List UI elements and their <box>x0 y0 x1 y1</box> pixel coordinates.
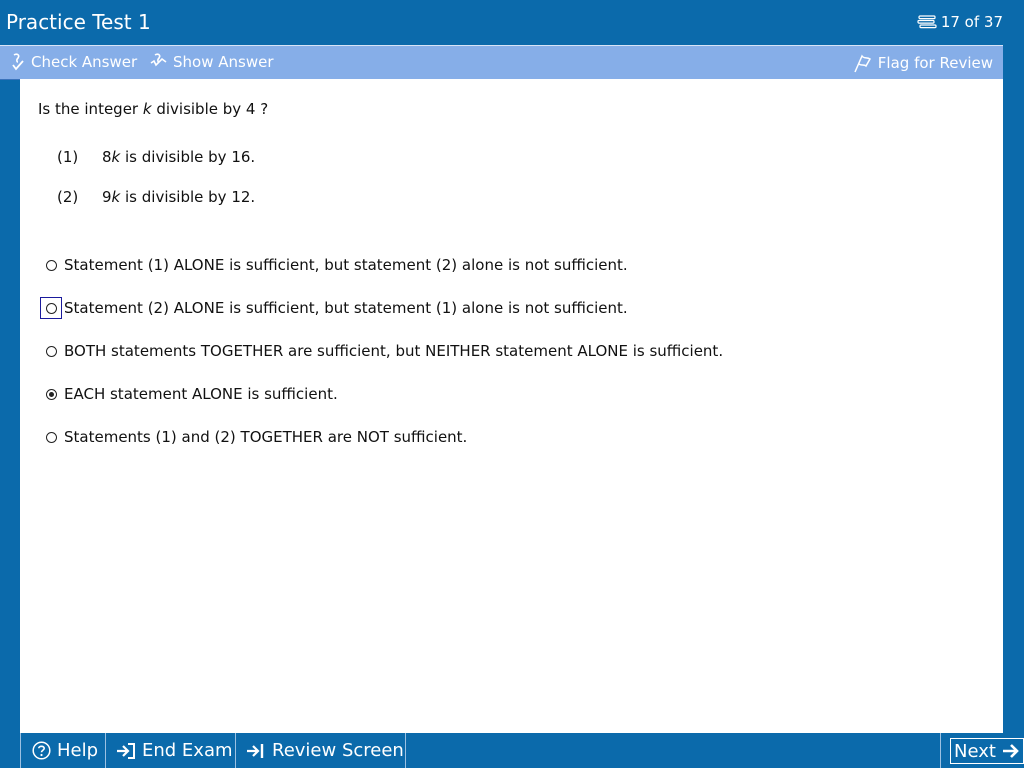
answer-choice-label: BOTH statements TOGETHER are sufficient,… <box>64 342 724 360</box>
end-exam-icon <box>116 742 136 760</box>
answer-choice-label: Statements (1) and (2) TOGETHER are NOT … <box>64 428 468 446</box>
answer-choice-label: Statement (2) ALONE is sufficient, but s… <box>64 299 628 317</box>
divider <box>940 733 941 768</box>
radio-button[interactable] <box>45 431 57 443</box>
divider <box>20 733 21 768</box>
show-answer-icon <box>150 53 168 71</box>
toolbar: Check Answer Show Answer Flag for Review <box>0 45 1003 80</box>
divider <box>405 733 406 768</box>
answer-choice-e[interactable]: Statements (1) and (2) TOGETHER are NOT … <box>40 425 467 449</box>
divider <box>105 733 106 768</box>
answer-choice-a[interactable]: Statement (1) ALONE is sufficient, but s… <box>40 253 628 277</box>
help-label: Help <box>57 740 99 761</box>
arrow-right-icon <box>1002 742 1020 760</box>
flag-for-review-button[interactable]: Flag for Review <box>853 53 993 73</box>
flag-for-review-label: Flag for Review <box>877 54 993 72</box>
check-answer-icon <box>10 53 26 71</box>
next-label: Next <box>954 740 996 762</box>
check-answer-button[interactable]: Check Answer <box>10 53 137 71</box>
stem-suffix: divisible by 4 ? <box>151 100 269 118</box>
statement-number: (2) <box>57 188 79 206</box>
radio-button[interactable] <box>45 388 57 400</box>
stem-variable: k <box>142 100 152 118</box>
question-stem: Is the integer k divisible by 4 ? <box>38 100 268 118</box>
help-circle-icon <box>32 741 51 760</box>
statement-number: (1) <box>57 148 79 166</box>
review-screen-icon <box>246 742 266 760</box>
list-icon <box>917 15 937 29</box>
answer-choice-b[interactable]: Statement (2) ALONE is sufficient, but s… <box>40 296 628 320</box>
answer-choice-label: EACH statement ALONE is sufficient. <box>64 385 338 403</box>
help-button[interactable]: Help <box>32 733 98 768</box>
next-button[interactable]: Next <box>950 738 1024 764</box>
flag-icon <box>853 53 873 73</box>
end-exam-button[interactable]: End Exam <box>116 733 233 768</box>
statement-2: (2) 9k is divisible by 12. <box>57 188 255 206</box>
review-screen-button[interactable]: Review Screen <box>246 733 404 768</box>
end-exam-label: End Exam <box>142 740 233 761</box>
question-panel: Is the integer k divisible by 4 ? (1) 8k… <box>20 79 1003 733</box>
divider <box>235 733 236 768</box>
stem-prefix: Is the integer <box>38 100 143 118</box>
radio-button[interactable] <box>45 345 57 357</box>
statement-text: 9k is divisible by 12. <box>102 188 256 206</box>
progress-text: 17 of 37 <box>940 13 1003 31</box>
bottom-bar: Help End Exam Review Screen Next <box>20 733 1024 768</box>
radio-button[interactable] <box>45 259 57 271</box>
app-title: Practice Test 1 <box>6 10 151 34</box>
title-bar: Practice Test 1 17 of 37 <box>0 0 1024 45</box>
answer-choice-d[interactable]: EACH statement ALONE is sufficient. <box>40 382 338 406</box>
statement-1: (1) 8k is divisible by 16. <box>57 148 255 166</box>
question-progress: 17 of 37 <box>917 13 1003 31</box>
answer-choice-label: Statement (1) ALONE is sufficient, but s… <box>64 256 628 274</box>
statement-text: 8k is divisible by 16. <box>102 148 256 166</box>
answer-choice-c[interactable]: BOTH statements TOGETHER are sufficient,… <box>40 339 723 363</box>
review-screen-label: Review Screen <box>272 740 404 761</box>
show-answer-button[interactable]: Show Answer <box>150 53 274 71</box>
radio-button[interactable] <box>45 302 57 314</box>
check-answer-label: Check Answer <box>31 53 138 71</box>
focus-ring <box>40 297 62 319</box>
show-answer-label: Show Answer <box>173 53 274 71</box>
